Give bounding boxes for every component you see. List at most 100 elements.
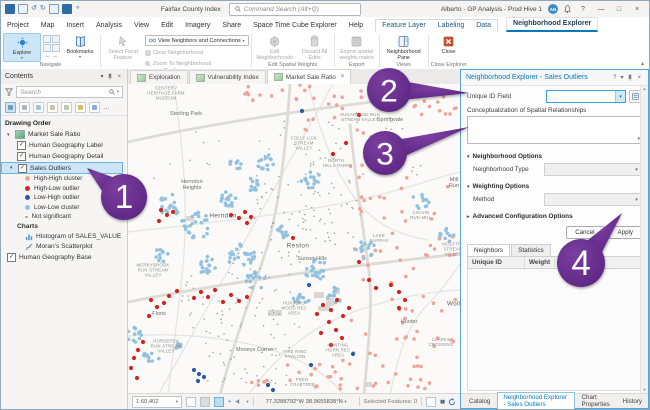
bottom-tab-history[interactable]: History (617, 396, 648, 407)
pane-close-icon[interactable]: × (635, 75, 643, 81)
list-by-editing-icon[interactable] (47, 102, 58, 113)
column-header-weight[interactable]: Weight (525, 257, 555, 268)
column-header-unique-id[interactable]: Unique ID (468, 257, 525, 268)
conceptualization-select[interactable]: ▾ (467, 116, 642, 144)
edit-neighborhoods-button[interactable]: Edit Neighborhoods (254, 33, 296, 61)
tab-statistics[interactable]: Statistics (511, 244, 551, 256)
refresh-icon[interactable] (448, 398, 456, 406)
bookmarks-button[interactable]: Bookmarks ▾ (62, 33, 98, 62)
map-icon[interactable] (62, 4, 72, 14)
pane-chevron-icon[interactable]: ▾ (618, 74, 625, 81)
search-dropdown-icon[interactable]: ▾ (117, 89, 119, 95)
chart-item-moran-s-scatterplot[interactable]: Moran's Scatterplot (1, 242, 127, 252)
map-coordinates[interactable]: 77.3288792°W 38.9655838°N ▾ (258, 399, 355, 405)
close-window-button[interactable]: × (631, 6, 643, 13)
expander-icon[interactable]: ▾ (7, 132, 12, 138)
ribbon-tab-data[interactable]: Data (470, 20, 497, 32)
list-by-snapping-icon[interactable] (61, 102, 72, 113)
clear-neighborhood-button[interactable]: Clear Neighborhood (145, 48, 249, 57)
layer-sales-outliers[interactable]: ▾ ✓ Sales Outliers (1, 162, 123, 174)
fixed-zoom-in-icon[interactable] (52, 35, 60, 43)
select-focal-feature-button[interactable]: Select Focal Feature (103, 33, 143, 68)
neighborhood-pane-button[interactable]: Neighborhood Pane (382, 33, 426, 61)
ribbon-tab-view[interactable]: View (128, 20, 155, 32)
ribbon-tab-project[interactable]: Project (1, 20, 35, 32)
map-tab-exploration[interactable]: Exploration (130, 70, 188, 84)
zoom-to-neighborhood-button[interactable]: Zoom To Neighborhood (145, 59, 249, 68)
help-button[interactable]: ? (577, 6, 589, 13)
neighborhood-type-select[interactable]: ▾ (544, 163, 642, 176)
pause-updates-icon[interactable]: ▮ ▮ (440, 399, 444, 405)
previous-extent-icon[interactable] (43, 44, 51, 52)
map-tab-vulnerability-index[interactable]: Vulnerability Index (189, 70, 266, 84)
fixed-zoom-out-icon[interactable] (52, 44, 60, 52)
pane-scrollbar[interactable]: ▴ ▾ (640, 86, 648, 393)
forward-arrow-icon[interactable]: → (52, 53, 58, 59)
bottom-tab-neighborhood-explorer-sales-outliers[interactable]: Neighborhood Explorer - Sales Outliers (497, 392, 574, 410)
ribbon-tab-analysis[interactable]: Analysis (90, 20, 128, 32)
checkbox-checked[interactable]: ✓ (17, 152, 26, 161)
scale-selector[interactable]: 1:60,402 ▾ (132, 396, 182, 408)
weighting-options-section[interactable]: ▾ Weighting Options (467, 183, 642, 190)
method-select[interactable]: ▾ (544, 193, 642, 206)
bottom-tab-chart-properties[interactable]: Chart Properties (576, 392, 616, 410)
ribbon-tab-map[interactable]: Map (35, 20, 61, 32)
neighborhood-options-section[interactable]: ▾ Neighborhood Options (467, 153, 642, 160)
ribbon-tab-imagery[interactable]: Imagery (179, 20, 216, 32)
pause-drawing-icon[interactable] (200, 397, 210, 407)
map-tab-close-icon[interactable]: × (341, 74, 345, 80)
list-by-selection-icon[interactable] (33, 102, 44, 113)
command-search[interactable]: Command Search (Alt+Q) (229, 3, 361, 16)
contents-close-icon[interactable]: × (115, 74, 123, 80)
list-by-labeling-icon[interactable] (75, 102, 86, 113)
close-explorer-button[interactable]: Close (431, 33, 467, 61)
scroll-down-icon[interactable]: ▾ (643, 387, 645, 393)
back-arrow-icon[interactable]: ← (45, 53, 51, 59)
checkbox-checked[interactable]: ✓ (18, 164, 27, 173)
select-tool-icon[interactable] (186, 397, 196, 407)
contents-chevron-icon[interactable]: ▾ (98, 73, 105, 80)
advanced-configuration-section[interactable]: ▸ Advanced Configuration Options (467, 213, 642, 220)
add-icon[interactable]: + (228, 399, 231, 405)
cancel-button[interactable]: Cancel (566, 226, 603, 239)
ribbon-tab-share[interactable]: Share (216, 20, 247, 32)
ribbon-tab-labeling[interactable]: Labeling (432, 20, 470, 32)
neighbors-table-body[interactable] (467, 269, 642, 391)
pin-icon[interactable] (105, 73, 115, 80)
bottom-tab-catalog[interactable]: Catalog (463, 396, 496, 407)
tab-neighbors[interactable]: Neighbors (467, 244, 510, 256)
filter-icon[interactable] (5, 88, 13, 96)
ribbon-tab-edit[interactable]: Edit (155, 20, 179, 32)
layer-market-sale-ratio[interactable]: ▾ Market Sale Ratio (1, 129, 127, 140)
list-by-source-icon[interactable] (19, 102, 30, 113)
view-neighbors-button[interactable]: View Neighbors and Connections ▾ (145, 35, 249, 46)
redo-icon[interactable]: ↻ (40, 5, 46, 13)
full-extent-icon[interactable] (43, 35, 51, 43)
pane-help-icon[interactable]: ? (611, 75, 618, 81)
unique-id-dropdown-icon[interactable]: ▾ (615, 91, 625, 102)
unique-id-field-select[interactable]: ▾ (546, 90, 626, 103)
map-canvas[interactable]: CENTER / HERITAGE FARM MUSEUMSterling Pa… (128, 84, 460, 393)
explore-button[interactable]: Explore ▾ (3, 33, 41, 62)
speaker-dropdown-icon[interactable]: ▾ (246, 399, 248, 405)
checkbox-checked[interactable]: ✓ (17, 141, 26, 150)
discard-all-edits-button[interactable]: Discard All Edits (298, 33, 332, 61)
tab-neighborhood-explorer[interactable]: Neighborhood Explorer (506, 17, 598, 32)
list-by-charts-icon[interactable] (89, 102, 100, 113)
avatar[interactable]: AN (548, 4, 558, 14)
layer-human-geography-base[interactable]: ✓ Human Geography Base (1, 252, 127, 263)
expander-icon[interactable]: ▾ (10, 165, 15, 171)
map-tab-market-sale-ratio[interactable]: Market Sale Ratio× (267, 69, 352, 84)
selected-features-count[interactable]: Selected Features: 0 (364, 399, 418, 405)
export-spatial-weights-button[interactable]: Export spatial weights matrix (337, 33, 377, 61)
scroll-up-icon[interactable]: ▴ (643, 86, 645, 92)
apply-button[interactable]: Apply (609, 226, 642, 239)
ribbon-tab-help[interactable]: Help (343, 20, 369, 32)
notifications-bell-icon[interactable] (564, 5, 571, 13)
collapse-ribbon-icon[interactable]: ▴ (641, 60, 649, 69)
save-icon[interactable] (5, 4, 15, 14)
minimize-button[interactable]: — (595, 6, 607, 13)
undo-icon[interactable]: ↺ (31, 5, 37, 13)
speaker-icon[interactable] (235, 398, 242, 405)
add-data-icon[interactable] (49, 4, 59, 14)
